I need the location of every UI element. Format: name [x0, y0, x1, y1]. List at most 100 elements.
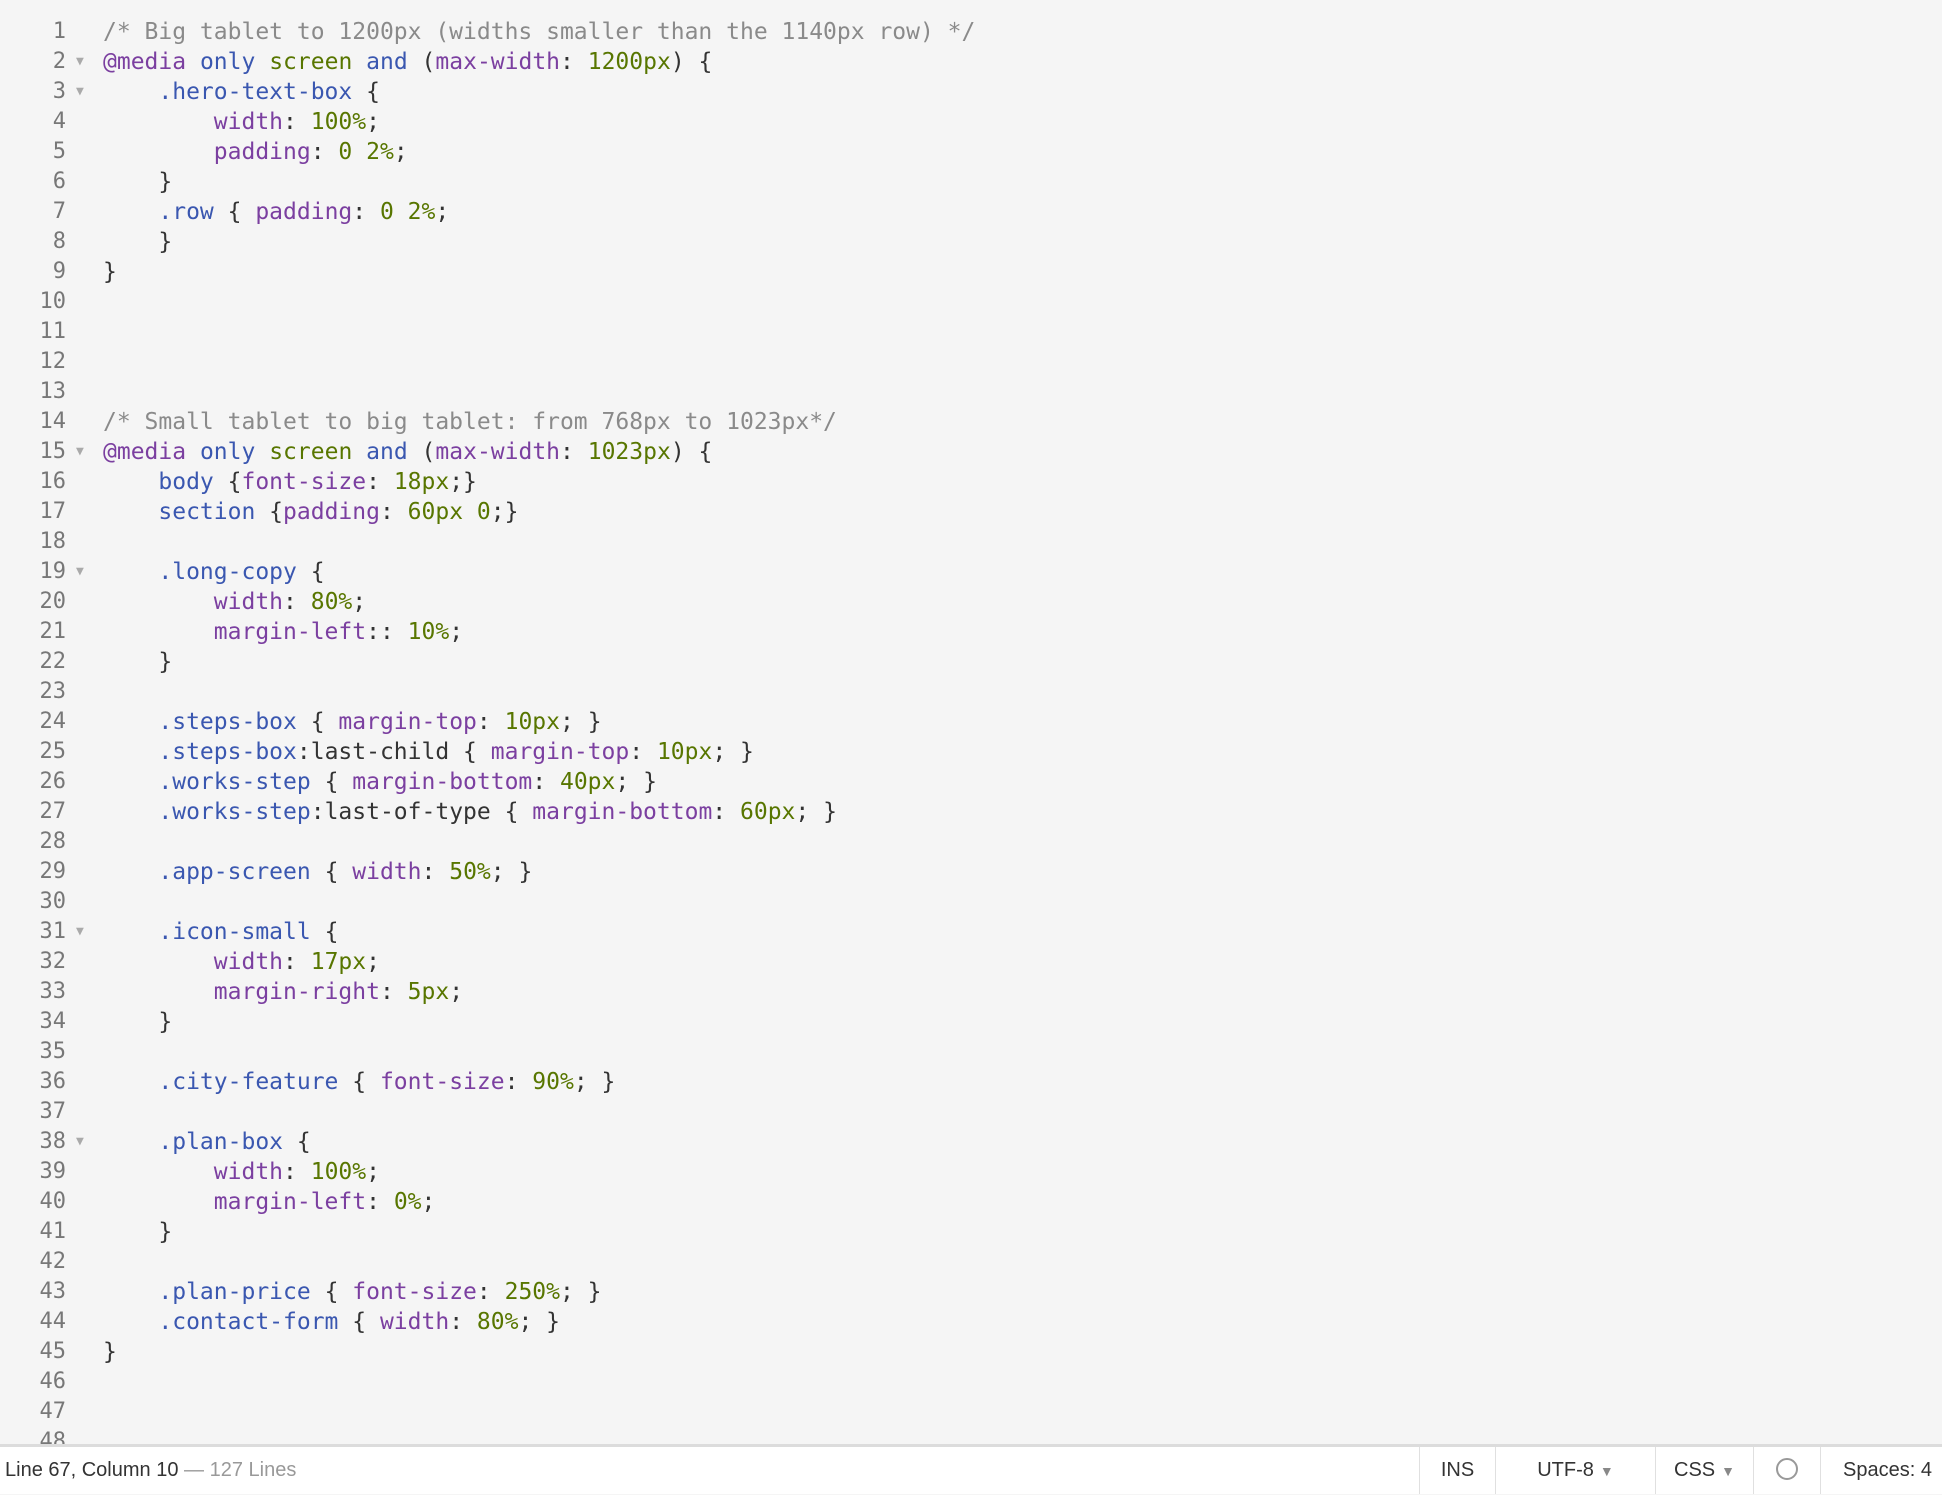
token-sel: .row	[158, 199, 214, 225]
fold-toggle-icon[interactable]: ▼	[76, 77, 84, 107]
code-line[interactable]: 11	[0, 317, 1942, 347]
code-line[interactable]: 42	[0, 1247, 1942, 1277]
language-mode-select[interactable]: CSS ▼	[1655, 1447, 1753, 1494]
code-line[interactable]: 43 .plan-price { font-size: 250%; }	[0, 1277, 1942, 1307]
token-val: 250%	[504, 1279, 560, 1305]
code-line[interactable]: 22 }	[0, 647, 1942, 677]
code-line[interactable]: 41 }	[0, 1217, 1942, 1247]
code-line[interactable]: 20 width: 80%;	[0, 587, 1942, 617]
code-line[interactable]: 47	[0, 1397, 1942, 1427]
code-line[interactable]: 35	[0, 1037, 1942, 1067]
token-val: 50%	[449, 859, 491, 885]
code-line[interactable]: 34 }	[0, 1007, 1942, 1037]
code-line[interactable]: 21 margin-left:: 10%;	[0, 617, 1942, 647]
code-text: margin-right: 5px;	[103, 977, 463, 1007]
token-sel: body	[158, 469, 214, 495]
line-number: 14	[39, 409, 67, 434]
line-number: 47	[39, 1399, 67, 1424]
code-line[interactable]: 36 .city-feature { font-size: 90%; }	[0, 1067, 1942, 1097]
line-number: 32	[39, 949, 67, 974]
code-line[interactable]: 27 .works-step:last-of-type { margin-bot…	[0, 797, 1942, 827]
line-number: 26	[39, 769, 67, 794]
line-number: 37	[39, 1099, 67, 1124]
code-line[interactable]: 10	[0, 287, 1942, 317]
fold-toggle-icon[interactable]: ▼	[76, 557, 84, 587]
token-punc: ; }	[573, 1069, 616, 1095]
line-number: 23	[39, 679, 67, 704]
code-line[interactable]: 18	[0, 527, 1942, 557]
code-text: .works-step:last-of-type { margin-bottom…	[103, 797, 837, 827]
token-punc: :	[283, 949, 311, 975]
token-comment: /* Big tablet to 1200px (widths smaller …	[103, 19, 976, 45]
code-text: width: 100%;	[103, 107, 380, 137]
code-line[interactable]: 37	[0, 1097, 1942, 1127]
code-text: width: 17px;	[103, 947, 380, 977]
indentation-select[interactable]: Spaces: 4	[1820, 1447, 1942, 1494]
code-line[interactable]: 24 .steps-box { margin-top: 10px; }	[0, 707, 1942, 737]
code-line[interactable]: 48	[0, 1427, 1942, 1444]
token-prop: margin-bottom	[352, 769, 533, 795]
code-line[interactable]: 38 ▼ .plan-box {	[0, 1127, 1942, 1157]
code-line[interactable]: 15 ▼ @media only screen and (max-width: 10…	[0, 437, 1942, 467]
line-number: 2	[52, 49, 66, 74]
code-line[interactable]: 17 section {padding: 60px 0;}	[0, 497, 1942, 527]
code-text: margin-left: 0%;	[103, 1187, 436, 1217]
code-line[interactable]: 23	[0, 677, 1942, 707]
code-line[interactable]: 13	[0, 377, 1942, 407]
code-line[interactable]: 3 ▼ .hero-text-box {	[0, 77, 1942, 107]
line-number: 29	[39, 859, 67, 884]
circle-status-icon	[1776, 1458, 1798, 1481]
fold-toggle-icon[interactable]: ▼	[76, 1127, 84, 1157]
linter-status-button[interactable]	[1753, 1447, 1820, 1494]
code-line[interactable]: 30	[0, 887, 1942, 917]
token-punc	[255, 439, 269, 465]
code-line[interactable]: 32 width: 17px;	[0, 947, 1942, 977]
code-editor[interactable]: 1 /* Big tablet to 1200px (widths smaller…	[0, 0, 1942, 1444]
code-line[interactable]: 8 }	[0, 227, 1942, 257]
code-line[interactable]: 12	[0, 347, 1942, 377]
token-sel: .plan-price	[158, 1279, 311, 1305]
code-line[interactable]: 2 ▼ @media only screen and (max-width: 120…	[0, 47, 1942, 77]
code-line[interactable]: 31 ▼ .icon-small {	[0, 917, 1942, 947]
code-line[interactable]: 25 .steps-box:last-child { margin-top: 1…	[0, 737, 1942, 767]
code-line[interactable]: 39 width: 100%;	[0, 1157, 1942, 1187]
token-punc: :	[366, 1189, 394, 1215]
line-number: 28	[39, 829, 67, 854]
code-line[interactable]: 1 /* Big tablet to 1200px (widths smaller…	[0, 17, 1942, 47]
code-line[interactable]: 7 .row { padding: 0 2%;	[0, 197, 1942, 227]
code-text: margin-left:: 10%;	[103, 617, 463, 647]
code-line[interactable]: 16 body {font-size: 18px;}	[0, 467, 1942, 497]
code-line[interactable]: 33 margin-right: 5px;	[0, 977, 1942, 1007]
fold-toggle-icon[interactable]: ▼	[76, 437, 84, 467]
token-prop: margin-bottom	[532, 799, 713, 825]
code-line[interactable]: 4 width: 100%;	[0, 107, 1942, 137]
fold-toggle-icon[interactable]: ▼	[76, 47, 84, 77]
code-line[interactable]: 19 ▼ .long-copy {	[0, 557, 1942, 587]
code-line[interactable]: 40 margin-left: 0%;	[0, 1187, 1942, 1217]
code-line[interactable]: 9}	[0, 257, 1942, 287]
line-number: 44	[39, 1309, 67, 1334]
code-lines[interactable]: 1 /* Big tablet to 1200px (widths smaller…	[0, 17, 1942, 1444]
code-line[interactable]: 14 /* Small tablet to big tablet: from 76…	[0, 407, 1942, 437]
code-line[interactable]: 45}	[0, 1337, 1942, 1367]
insert-mode-toggle[interactable]: INS	[1419, 1447, 1495, 1494]
code-line[interactable]: 26 .works-step { margin-bottom: 40px; }	[0, 767, 1942, 797]
code-line[interactable]: 28	[0, 827, 1942, 857]
code-line[interactable]: 46	[0, 1367, 1942, 1397]
token-prop: max-width	[435, 439, 561, 465]
token-prop: margin-top	[338, 709, 477, 735]
token-prop: margin-top	[490, 739, 630, 765]
line-number: 30	[39, 889, 67, 914]
line-number: 24	[39, 709, 67, 734]
code-line[interactable]: 29 .app-screen { width: 50%; }	[0, 857, 1942, 887]
code-line[interactable]: 5 padding: 0 2%;	[0, 137, 1942, 167]
token-punc	[186, 439, 200, 465]
fold-toggle-icon[interactable]: ▼	[76, 917, 84, 947]
line-count: 127 Lines	[209, 1459, 297, 1481]
code-text: .long-copy {	[103, 557, 324, 587]
encoding-select[interactable]: UTF-8 ▼	[1495, 1447, 1655, 1494]
cursor-position[interactable]: Line 67, Column 10 — 127 Lines	[5, 1447, 296, 1494]
code-line[interactable]: 44 .contact-form { width: 80%; }	[0, 1307, 1942, 1337]
code-line[interactable]: 6 }	[0, 167, 1942, 197]
token-prop: margin-left	[213, 1189, 367, 1215]
